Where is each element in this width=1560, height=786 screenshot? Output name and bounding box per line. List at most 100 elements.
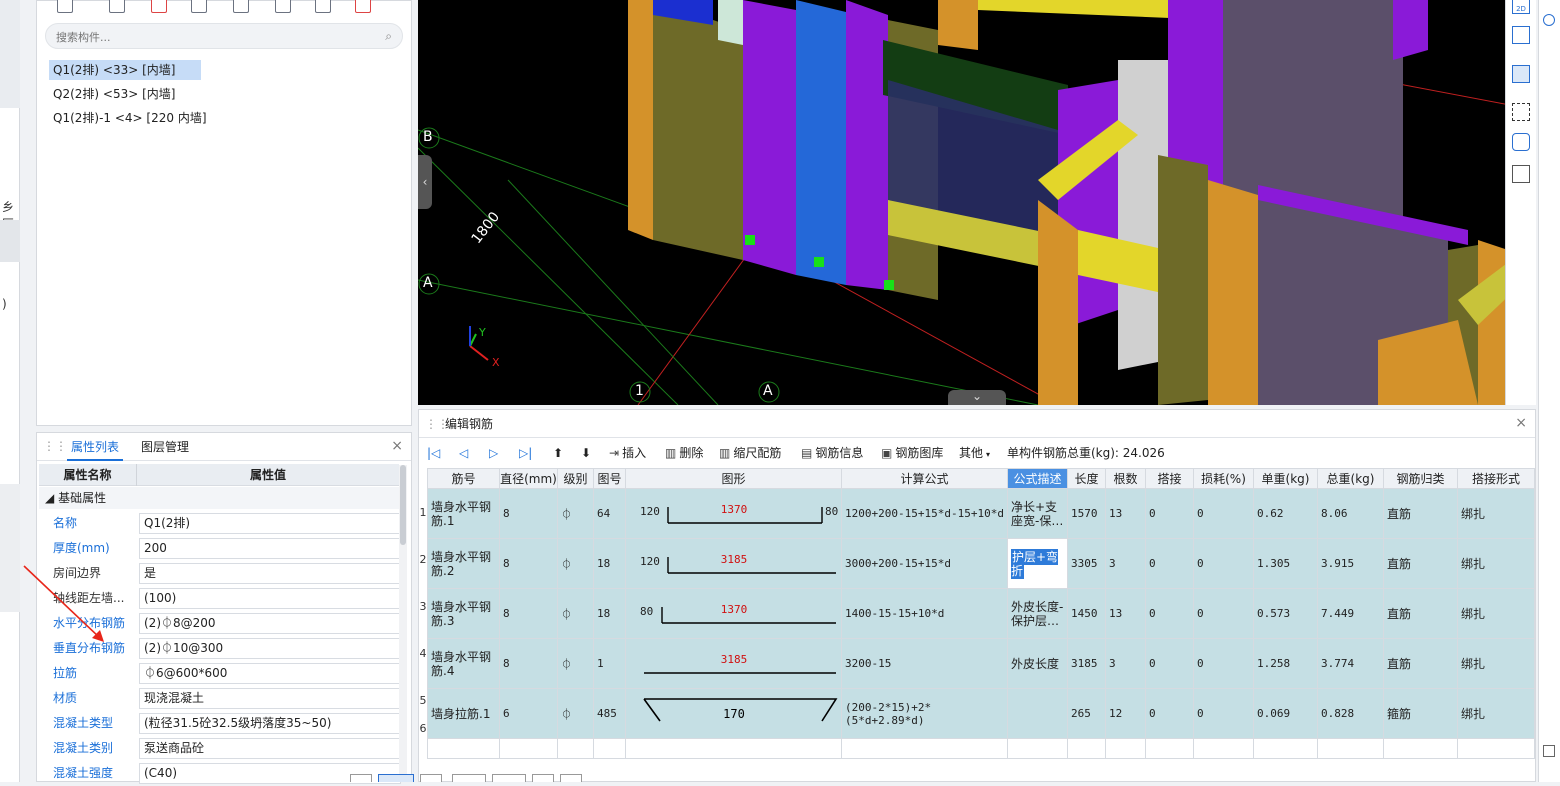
cell-total[interactable]: 7.449 bbox=[1317, 588, 1384, 639]
2d-view-icon[interactable]: 2D bbox=[1512, 0, 1530, 14]
other-menu-button[interactable]: 其他 ▾ bbox=[959, 440, 990, 466]
column-header[interactable]: 直径(mm) bbox=[499, 468, 558, 489]
table-row[interactable]: 墙身水平钢筋.3 8 ⏀ 18 80 1370 1400-15-15+10*d 外皮长度-保护… bbox=[427, 588, 1535, 639]
empty-cell[interactable] bbox=[625, 738, 842, 759]
layers-icon[interactable] bbox=[1512, 165, 1530, 183]
property-value-field[interactable]: 现浇混凝土 bbox=[139, 688, 401, 709]
formula-desc-editor[interactable]: 护层+弯折 bbox=[1007, 538, 1068, 589]
cell-unit[interactable]: 0.573 bbox=[1253, 588, 1318, 639]
cell-cat[interactable]: 直筋 bbox=[1383, 538, 1458, 589]
bottom-tab[interactable] bbox=[350, 774, 372, 782]
cell-formula[interactable]: (200-2*15)+2*(5*d+2.89*d) bbox=[841, 688, 1008, 739]
checkbox-icon[interactable] bbox=[1543, 745, 1555, 757]
insert-button[interactable]: ⇥ 插入 bbox=[609, 440, 646, 466]
cell-unit[interactable]: 0.069 bbox=[1253, 688, 1318, 739]
cell-lap[interactable]: 0 bbox=[1145, 588, 1194, 639]
3d-view-icon[interactable] bbox=[1512, 26, 1530, 44]
property-value-field[interactable]: Q1(2排) bbox=[139, 513, 401, 534]
cell-len[interactable]: 3185 bbox=[1067, 638, 1106, 689]
delete-button[interactable]: ▥ 删除 bbox=[665, 440, 703, 466]
cell-total[interactable]: 3.774 bbox=[1317, 638, 1384, 689]
column-header[interactable]: 损耗(%) bbox=[1193, 468, 1254, 489]
cell-unit[interactable]: 0.62 bbox=[1253, 488, 1318, 539]
cell-lapt[interactable]: 绑扎 bbox=[1457, 638, 1535, 689]
move-down-button[interactable]: ⬇ bbox=[581, 440, 591, 466]
column-header[interactable]: 级别 bbox=[557, 468, 594, 489]
cell-len[interactable]: 265 bbox=[1067, 688, 1106, 739]
component-item[interactable]: Q2(2排) <53> [内墙] bbox=[49, 84, 179, 104]
cell-name[interactable]: 墙身拉筋.1 bbox=[427, 688, 500, 739]
column-header[interactable]: 计算公式 bbox=[841, 468, 1008, 489]
collapse-bottom-handle[interactable]: ⌄ bbox=[948, 390, 1006, 405]
rebar-info-button[interactable]: ▤ 钢筋信息 bbox=[801, 440, 863, 466]
property-group-basic[interactable]: ◢ 基础属性 bbox=[39, 487, 399, 509]
property-value-field[interactable]: 泵送商品砼 bbox=[139, 738, 401, 759]
property-value-field[interactable]: (粒径31.5砼32.5级坍落度35~50) bbox=[139, 713, 401, 734]
cell-lap[interactable]: 0 bbox=[1145, 638, 1194, 689]
3d-viewport[interactable]: B A 1 A 1800 X Y ‹ › ⌄ bbox=[418, 0, 1536, 405]
table-row[interactable]: 墙身拉筋.1 6 ⏀ 485 170 (200-2*15)+2*(5*d+2.89*d) 2… bbox=[427, 688, 1535, 739]
empty-cell[interactable] bbox=[593, 738, 626, 759]
cell-grade[interactable]: ⏀ bbox=[557, 588, 594, 639]
model-view[interactable] bbox=[418, 0, 1536, 405]
table-row-empty[interactable] bbox=[427, 738, 1535, 759]
cell-lap[interactable]: 0 bbox=[1145, 488, 1194, 539]
bottom-tab[interactable] bbox=[378, 774, 414, 782]
column-header[interactable]: 搭接 bbox=[1145, 468, 1194, 489]
empty-cell[interactable] bbox=[1383, 738, 1458, 759]
cell-dia[interactable]: 8 bbox=[499, 488, 558, 539]
row-number[interactable]: 1 bbox=[419, 506, 427, 519]
rebar-library-button[interactable]: ▣ 钢筋图库 bbox=[881, 440, 943, 466]
empty-cell[interactable] bbox=[1007, 738, 1068, 759]
bottom-tab[interactable] bbox=[452, 774, 486, 782]
edit-icon[interactable] bbox=[275, 0, 291, 13]
table-row[interactable]: 墙身水平钢筋.2 8 ⏀ 18 120 3185 3000+200-15+15*d 护层+弯折… bbox=[427, 538, 1535, 589]
cell-dia[interactable]: 6 bbox=[499, 688, 558, 739]
drag-handle-icon[interactable]: ⋮⋮ bbox=[43, 439, 67, 453]
scale-rebar-button[interactable]: ▥ 缩尺配筋 bbox=[719, 440, 781, 466]
select-box-icon[interactable] bbox=[1512, 103, 1530, 121]
property-scrollbar[interactable] bbox=[399, 465, 407, 779]
cell-unit[interactable]: 1.258 bbox=[1253, 638, 1318, 689]
cell-desc[interactable] bbox=[1007, 688, 1068, 739]
new-component-icon[interactable] bbox=[57, 0, 73, 13]
cell-fig[interactable]: 485 bbox=[593, 688, 626, 739]
first-row-button[interactable]: |◁ bbox=[427, 440, 440, 466]
empty-cell[interactable] bbox=[1145, 738, 1194, 759]
list-icon[interactable] bbox=[355, 0, 371, 13]
component-search[interactable]: ⌕ bbox=[45, 23, 403, 49]
cell-count[interactable]: 12 bbox=[1105, 688, 1146, 739]
column-header[interactable]: 单重(kg) bbox=[1253, 468, 1318, 489]
search-icon[interactable]: ⌕ bbox=[385, 29, 392, 44]
cell-desc[interactable]: 外皮长度 bbox=[1007, 638, 1068, 689]
rebar-shape-cell[interactable]: 3185 bbox=[625, 638, 842, 689]
cell-total[interactable]: 8.06 bbox=[1317, 488, 1384, 539]
formula-desc-text[interactable]: 护层+弯折 bbox=[1011, 548, 1059, 579]
cell-lapt[interactable]: 绑扎 bbox=[1457, 588, 1535, 639]
row-number[interactable]: 2 bbox=[419, 553, 427, 566]
property-value-field[interactable]: (2)⏀10@300 bbox=[139, 638, 401, 659]
bottom-tab[interactable] bbox=[560, 774, 582, 782]
cell-formula[interactable]: 1200+200-15+15*d-15+10*d bbox=[841, 488, 1008, 539]
property-value-field[interactable]: 200 bbox=[139, 538, 401, 559]
rebar-shape-cell[interactable]: 120 3185 bbox=[625, 538, 842, 589]
empty-cell[interactable] bbox=[1193, 738, 1254, 759]
cell-name[interactable]: 墙身水平钢筋.1 bbox=[427, 488, 500, 539]
empty-cell[interactable] bbox=[499, 738, 558, 759]
cell-formula[interactable]: 3200-15 bbox=[841, 638, 1008, 689]
prev-row-button[interactable]: ◁ bbox=[459, 440, 468, 466]
cell-loss[interactable]: 0 bbox=[1193, 588, 1254, 639]
bottom-tab[interactable] bbox=[492, 774, 526, 782]
bottom-tab[interactable] bbox=[420, 774, 442, 782]
empty-cell[interactable] bbox=[1067, 738, 1106, 759]
column-header[interactable]: 筋号 bbox=[427, 468, 500, 489]
cell-loss[interactable]: 0 bbox=[1193, 688, 1254, 739]
cell-cat[interactable]: 直筋 bbox=[1383, 588, 1458, 639]
search-input[interactable] bbox=[56, 28, 366, 46]
move-up-button[interactable]: ⬆ bbox=[553, 440, 563, 466]
rebar-shape-cell[interactable]: 80 1370 bbox=[625, 588, 842, 639]
empty-cell[interactable] bbox=[557, 738, 594, 759]
cell-len[interactable]: 1570 bbox=[1067, 488, 1106, 539]
cell-loss[interactable]: 0 bbox=[1193, 638, 1254, 689]
column-header[interactable]: 长度 bbox=[1067, 468, 1106, 489]
